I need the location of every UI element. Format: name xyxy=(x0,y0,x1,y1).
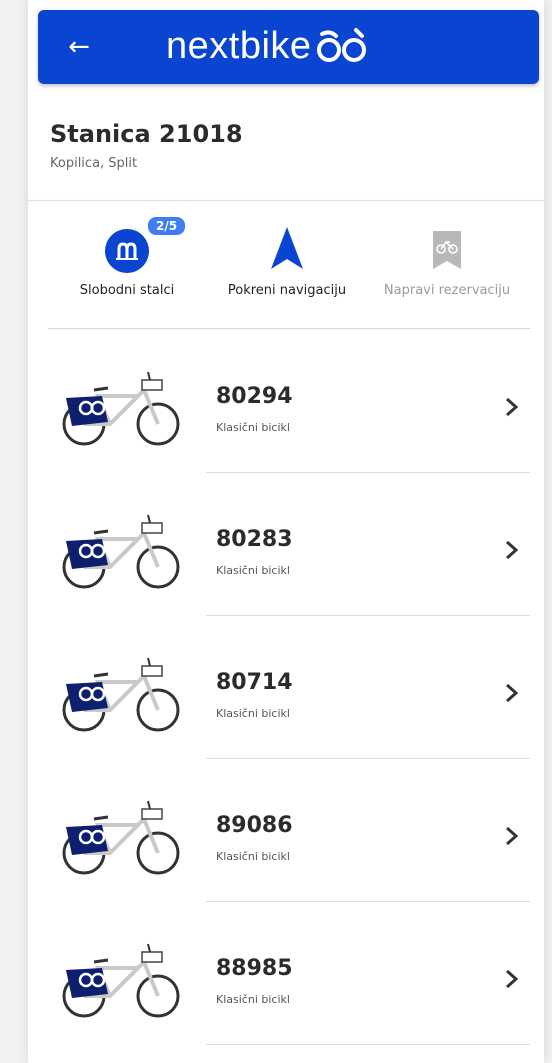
make-reservation-label: Napravi rezervaciju xyxy=(383,283,511,298)
nextbike-logo: nextbike xyxy=(166,22,368,70)
classic-bike-image xyxy=(62,371,180,446)
logo-text: nextbike xyxy=(166,24,312,67)
bike-type: Klasični bicikl xyxy=(216,564,290,577)
arrow-left-icon: ← xyxy=(68,32,90,62)
bike-number: 88985 xyxy=(216,956,293,981)
bike-number: 89086 xyxy=(216,813,293,838)
divider xyxy=(206,1044,530,1045)
navigation-icon-wrap xyxy=(202,215,372,271)
chevron-right-icon xyxy=(506,683,519,703)
make-reservation-button[interactable]: Napravi rezervaciju xyxy=(362,215,532,298)
bike-type: Klasični bicikl xyxy=(216,421,290,434)
bike-type: Klasični bicikl xyxy=(216,850,290,863)
station-title: Stanica 21018 xyxy=(50,120,243,148)
start-navigation-button[interactable]: Pokreni navigaciju xyxy=(202,215,372,298)
chevron-right-icon xyxy=(506,540,519,560)
bike-list-item[interactable]: 80283 Klasični bicikl xyxy=(28,473,544,616)
bike-number: 80283 xyxy=(216,527,293,552)
app-frame: ← nextbike Stanica 21018 Kopilica, Split xyxy=(28,0,544,1063)
start-navigation-label: Pokreni navigaciju xyxy=(227,283,347,298)
classic-bike-image xyxy=(62,800,180,875)
station-header: Stanica 21018 Kopilica, Split xyxy=(50,120,243,171)
bike-list-item[interactable]: 80294 Klasični bicikl xyxy=(28,330,544,473)
bike-rack-icon xyxy=(105,229,149,273)
bike-list-item[interactable]: 89086 Klasični bicikl xyxy=(28,759,544,902)
classic-bike-image xyxy=(62,514,180,589)
bike-list: 80294 Klasični bicikl 80283 Klasični bic… xyxy=(28,330,544,1045)
header-bar: ← nextbike xyxy=(38,10,539,84)
bike-number: 80714 xyxy=(216,670,293,695)
chevron-right-icon xyxy=(506,397,519,417)
back-button[interactable]: ← xyxy=(64,32,94,62)
chevron-right-icon xyxy=(506,969,519,989)
bike-list-item[interactable]: 80714 Klasični bicikl xyxy=(28,616,544,759)
chevron-right-icon xyxy=(506,826,519,846)
free-racks-icon-wrap: 2/5 xyxy=(42,215,212,273)
divider xyxy=(28,200,544,201)
bike-number: 80294 xyxy=(216,384,293,409)
divider xyxy=(48,328,530,329)
bike-type: Klasični bicikl xyxy=(216,993,290,1006)
free-racks-badge: 2/5 xyxy=(146,215,188,237)
station-location: Kopilica, Split xyxy=(50,156,138,171)
station-actions: 2/5 Slobodni stalci Pokreni navigaciju N… xyxy=(28,215,544,325)
reservation-icon-wrap xyxy=(362,215,532,271)
free-racks-label: Slobodni stalci xyxy=(79,283,175,298)
free-racks-button[interactable]: 2/5 Slobodni stalci xyxy=(42,215,212,298)
nextbike-wheels-logo-icon xyxy=(316,28,366,62)
bike-list-item[interactable]: 88985 Klasični bicikl xyxy=(28,902,544,1045)
reserve-bookmark-icon xyxy=(433,231,461,269)
navigation-arrow-icon xyxy=(271,227,303,269)
classic-bike-image xyxy=(62,943,180,1018)
bike-type: Klasični bicikl xyxy=(216,707,290,720)
classic-bike-image xyxy=(62,657,180,732)
